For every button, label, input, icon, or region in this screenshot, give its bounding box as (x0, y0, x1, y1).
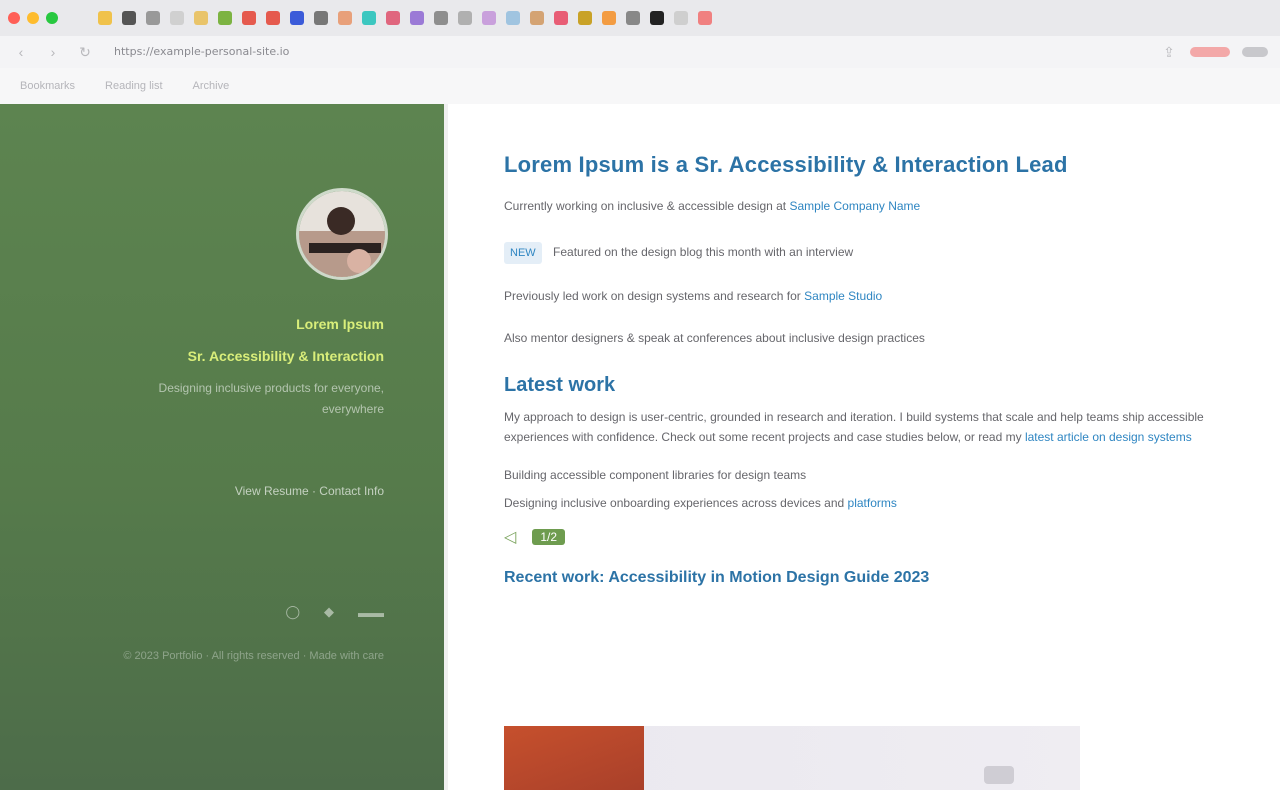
mentoring-line: Also mentor designers & speak at confere… (504, 331, 925, 345)
tab-favicon-icon[interactable] (506, 11, 520, 25)
main-content: Lorem Ipsum is a Sr. Accessibility & Int… (452, 104, 1280, 790)
bookmarks-bar: Bookmarks Reading list Archive (0, 68, 1280, 104)
browser-toolbar: ‹ › ↻ https://example-personal-site.io ⇪ (0, 36, 1280, 68)
previous-work-line: Previously led work on design systems an… (504, 289, 883, 303)
profile-icon[interactable] (1242, 47, 1268, 57)
twitter-icon[interactable]: ◆ (324, 604, 334, 620)
new-badge: NEW (504, 242, 542, 264)
tab-favicon-icon[interactable] (650, 11, 664, 25)
window-controls (8, 12, 58, 24)
profile-description: Designing inclusive products for everyon… (158, 381, 384, 416)
tab-favicon-icon[interactable] (482, 11, 496, 25)
tab-favicon-icon[interactable] (362, 11, 376, 25)
tab-favicon-icon[interactable] (578, 11, 592, 25)
tab-favicon-icon[interactable] (626, 11, 640, 25)
carousel-pager: ◁ 1/2 (504, 527, 1204, 547)
tab-favicon-icon[interactable] (218, 11, 232, 25)
avatar-photo (299, 191, 385, 277)
tab-favicon-icon[interactable] (530, 11, 544, 25)
forward-icon[interactable]: › (44, 43, 62, 61)
rss-icon[interactable]: ▬▬ (358, 605, 384, 620)
thumbnail-mark (984, 766, 1014, 784)
back-icon[interactable]: ‹ (12, 43, 30, 61)
share-icon[interactable]: ⇪ (1160, 43, 1178, 61)
tab-favicon-icon[interactable] (170, 11, 184, 25)
close-window-button[interactable] (8, 12, 20, 24)
profile-role: Sr. Accessibility & Interaction (187, 348, 384, 364)
bookmark-item[interactable]: Reading list (105, 80, 162, 92)
bookmark-item[interactable]: Bookmarks (20, 80, 75, 92)
tab-favicon-icon[interactable] (458, 11, 472, 25)
intro-link[interactable]: Sample Company Name (789, 199, 920, 213)
platforms-link[interactable]: platforms (848, 496, 897, 510)
avatar (296, 188, 388, 280)
sidebar-footer: © 2023 Portfolio · All rights reserved ·… (123, 650, 384, 662)
browser-tab-bar (0, 0, 1280, 36)
extension-icon[interactable] (1190, 47, 1230, 57)
github-icon[interactable]: ◯ (285, 604, 300, 620)
address-bar[interactable]: https://example-personal-site.io (108, 42, 348, 62)
tab-favicon-icon[interactable] (242, 11, 256, 25)
tab-favicon-icon[interactable] (314, 11, 328, 25)
profile-sidebar: Lorem Ipsum Sr. Accessibility & Interact… (0, 104, 448, 790)
bookmark-item[interactable]: Archive (193, 80, 230, 92)
reload-icon[interactable]: ↻ (76, 43, 94, 61)
intro-text: Currently working on inclusive & accessi… (504, 199, 921, 213)
tab-favicon-icon[interactable] (410, 11, 424, 25)
tab-favicon-icon[interactable] (98, 11, 112, 25)
tab-favicon-icon[interactable] (266, 11, 280, 25)
tab-strip (98, 11, 712, 25)
tab-favicon-icon[interactable] (698, 11, 712, 25)
tab-favicon-icon[interactable] (194, 11, 208, 25)
recent-work-heading[interactable]: Recent work: Accessibility in Motion Des… (504, 569, 1204, 587)
featured-line: NEW Featured on the design blog this mon… (504, 242, 1204, 264)
thumbnail-accent (504, 726, 644, 790)
tab-favicon-icon[interactable] (290, 11, 304, 25)
zoom-window-button[interactable] (46, 12, 58, 24)
section-body: My approach to design is user-centric, g… (504, 410, 1204, 444)
recent-work-thumbnail[interactable] (504, 726, 1080, 790)
social-links: ◯ ◆ ▬▬ (285, 604, 384, 620)
tab-favicon-icon[interactable] (338, 11, 352, 25)
list-item: Designing inclusive onboarding experienc… (504, 496, 897, 510)
article-link[interactable]: latest article on design systems (1025, 430, 1192, 444)
tab-favicon-icon[interactable] (602, 11, 616, 25)
profile-name: Lorem Ipsum (296, 316, 384, 332)
list-item: Building accessible component libraries … (504, 468, 807, 482)
page-counter: 1/2 (532, 529, 565, 545)
section-heading: Latest work (504, 374, 616, 396)
tab-favicon-icon[interactable] (554, 11, 568, 25)
resume-link[interactable]: View Resume · Contact Info (235, 484, 384, 498)
page-title: Lorem Ipsum is a Sr. Accessibility & Int… (504, 152, 1068, 177)
tab-favicon-icon[interactable] (434, 11, 448, 25)
tab-favicon-icon[interactable] (146, 11, 160, 25)
minimize-window-button[interactable] (27, 12, 39, 24)
next-arrow-icon[interactable]: ◁ (504, 527, 516, 547)
tab-favicon-icon[interactable] (386, 11, 400, 25)
tab-favicon-icon[interactable] (674, 11, 688, 25)
studio-link[interactable]: Sample Studio (804, 289, 882, 303)
tab-favicon-icon[interactable] (122, 11, 136, 25)
